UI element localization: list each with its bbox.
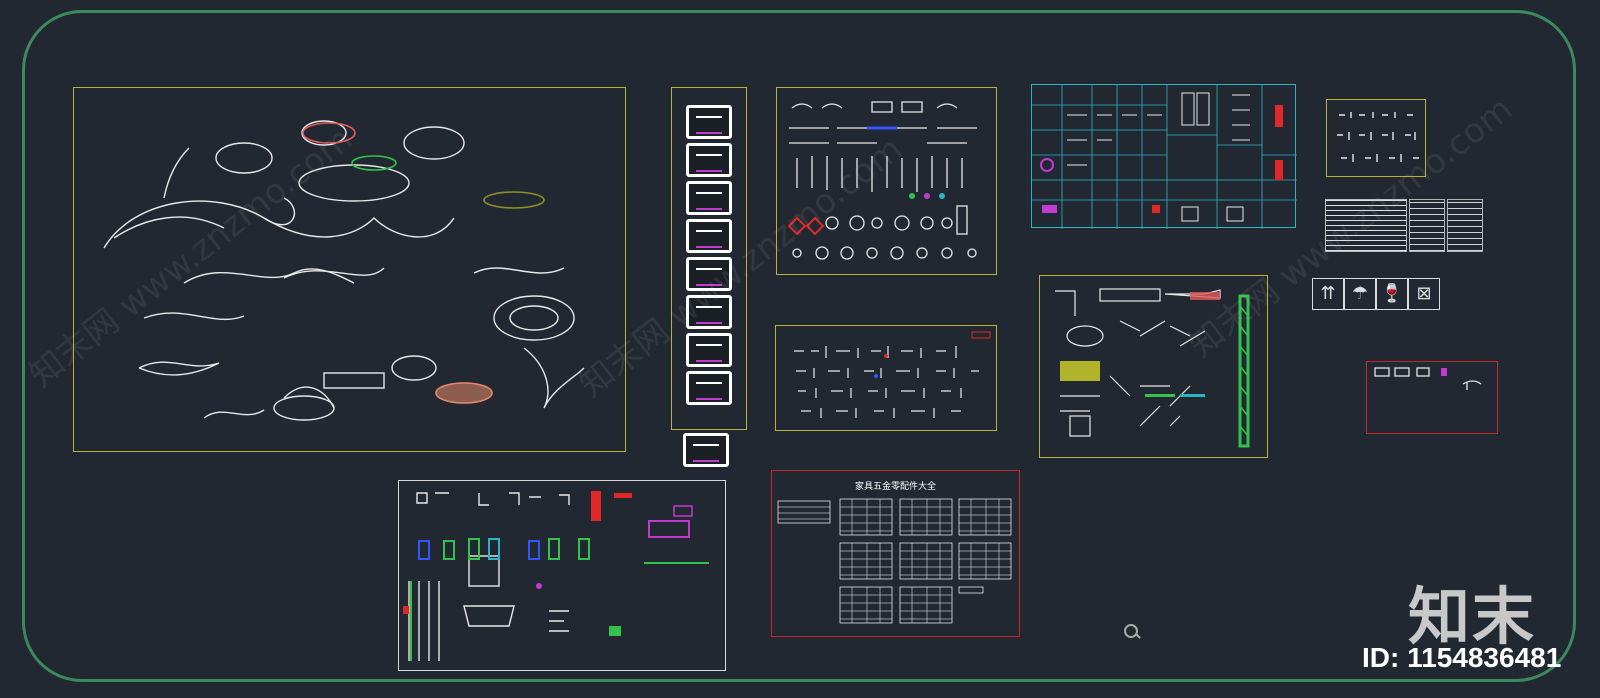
umbrella-icon: ☂ xyxy=(1344,278,1376,310)
thumbnail-1[interactable] xyxy=(686,105,732,139)
thumbnail-3[interactable] xyxy=(686,181,732,215)
hardware-grid-sheet[interactable] xyxy=(1031,84,1297,229)
hinge-drawing xyxy=(403,491,709,661)
hinge-sheet[interactable] xyxy=(398,480,726,671)
thumbnail-2[interactable] xyxy=(686,143,732,177)
thumbnail-8[interactable] xyxy=(686,371,732,405)
glass-icon: 🍷 xyxy=(1376,278,1408,310)
up-arrows-icon: ⇈ xyxy=(1312,278,1344,310)
parts-sheet[interactable] xyxy=(775,325,997,431)
knob-drawing xyxy=(1374,367,1482,390)
spec-table-2[interactable] xyxy=(1409,199,1445,252)
watermark-id: ID: 1154836481 xyxy=(1362,642,1562,673)
spec-table-3[interactable] xyxy=(1447,199,1483,252)
knob-sheet[interactable] xyxy=(1366,361,1498,434)
no-stack-icon: ⊠ xyxy=(1408,278,1440,310)
hardware-grid-drawing xyxy=(1032,85,1297,229)
parts-drawing xyxy=(794,331,991,418)
catalog-tables xyxy=(777,498,1012,624)
hardware-catalog-sheet[interactable]: 家具五金零配件大全 xyxy=(771,470,1020,637)
thumbnail-7[interactable] xyxy=(686,333,732,367)
zoom-icon[interactable] xyxy=(1124,624,1138,638)
thumbnail-9[interactable] xyxy=(683,433,729,467)
